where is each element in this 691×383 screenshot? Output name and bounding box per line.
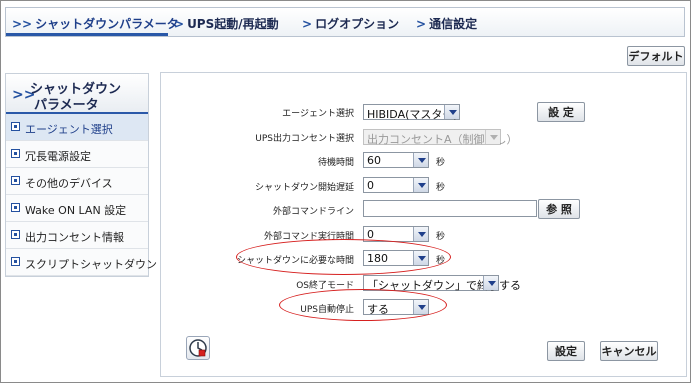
agent-select[interactable]: HIBIDA(マスター)	[363, 104, 460, 121]
shutdown-parameters-panel: エージェント選択 HIBIDA(マスター) 設 定 UPS出力コンセント選択 出…	[160, 72, 687, 377]
chevron-down-icon	[413, 227, 428, 241]
sidebar-header: >> シャットダウン パラメータ	[6, 74, 148, 114]
bullet-icon	[11, 149, 20, 158]
bullet-icon	[11, 203, 20, 212]
tab-log-options[interactable]: > ログオプション	[302, 15, 399, 32]
chevron-down-icon	[413, 153, 428, 167]
tab-label: 通信設定	[429, 17, 478, 31]
sidebar-item-other-devices[interactable]: その他のデバイス	[6, 168, 148, 195]
top-tab-bar: >> シャットダウンパラメータ > UPS起動/再起動 > ログオプション > 通信設定	[5, 7, 685, 37]
sidebar-item-label: スクリプトシャットダウン	[25, 258, 157, 271]
sidebar-item-script-shutdown[interactable]: スクリプトシャットダウン	[6, 249, 157, 276]
ext-command-label: 外部コマンドライン	[272, 207, 354, 217]
ext-command-input[interactable]	[363, 200, 537, 217]
chevron-down-icon	[413, 178, 428, 192]
tab-label: UPS起動/再起動	[187, 17, 279, 31]
chevron-right-icon: >	[416, 17, 427, 31]
chevron-right-icon: >>	[12, 17, 33, 31]
sidebar: >> シャットダウン パラメータ エージェント選択 冗長電源設定 その他のデバイ…	[5, 73, 157, 277]
cancel-button[interactable]: キャンセル	[600, 341, 658, 361]
chevron-down-icon	[444, 105, 459, 119]
tab-label: ログオプション	[315, 17, 400, 31]
default-button[interactable]: デフォルト	[627, 46, 685, 66]
tab-ups-start-restart[interactable]: > UPS起動/再起動	[174, 15, 279, 32]
sidebar-item-label: エージェント選択	[25, 123, 113, 136]
agent-apply-button[interactable]: 設 定	[537, 102, 585, 122]
sidebar-item-agent-select[interactable]: エージェント選択	[6, 114, 148, 141]
ups-tool-icon-graphic	[189, 339, 207, 357]
sidebar-item-outlet-info[interactable]: 出力コンセント情報	[6, 222, 148, 249]
bullet-icon	[11, 230, 20, 239]
tab-communication-settings[interactable]: > 通信設定	[416, 15, 477, 32]
app-window: >> シャットダウンパラメータ > UPS起動/再起動 > ログオプション > 通信設定…	[0, 0, 691, 383]
highlight-ellipse	[279, 289, 447, 321]
bullet-icon	[11, 176, 20, 185]
sidebar-item-label: Wake ON LAN 設定	[25, 204, 127, 217]
sidebar-item-label: 冗長電源設定	[25, 150, 91, 163]
sidebar-item-wake-on-lan[interactable]: Wake ON LAN 設定	[6, 195, 148, 222]
wait-time-value: 60	[367, 154, 381, 167]
chevron-right-icon: >	[302, 17, 313, 31]
chevron-down-icon	[485, 130, 500, 144]
agent-select-label: エージェント選択	[282, 109, 354, 119]
bullet-icon	[11, 122, 20, 131]
shutdown-delay-unit: 秒	[436, 183, 446, 193]
ups-tool-icon[interactable]	[186, 336, 210, 360]
ext-command-time-unit: 秒	[436, 232, 446, 242]
wait-time-select[interactable]: 60	[363, 152, 429, 168]
sidebar-title-line2: パラメータ	[34, 98, 99, 113]
chevron-down-icon	[483, 276, 498, 290]
apply-button[interactable]: 設定	[547, 341, 585, 361]
chevron-right-icon: >	[174, 17, 185, 31]
bullet-icon	[11, 257, 20, 266]
ups-outlet-select: 出力コンセントA（制御なし）	[363, 129, 518, 146]
tab-shutdown-parameters[interactable]: >> シャットダウンパラメータ	[12, 15, 179, 32]
sidebar-item-redundant-power[interactable]: 冗長電源設定	[6, 141, 148, 168]
tab-label: シャットダウンパラメータ	[35, 17, 179, 31]
shutdown-delay-value: 0	[367, 179, 374, 192]
sidebar-item-label: 出力コンセント情報	[25, 231, 124, 244]
shutdown-delay-select[interactable]: 0	[363, 177, 429, 193]
shutdown-delay-label: シャットダウン開始遅延	[254, 183, 354, 193]
sidebar-item-label: その他のデバイス	[25, 177, 113, 190]
highlight-ellipse	[236, 239, 451, 275]
ups-outlet-label: UPS出力コンセント選択	[255, 134, 354, 144]
wait-time-label: 待機時間	[317, 158, 354, 168]
browse-button[interactable]: 参 照	[538, 199, 580, 219]
wait-time-unit: 秒	[436, 158, 446, 168]
